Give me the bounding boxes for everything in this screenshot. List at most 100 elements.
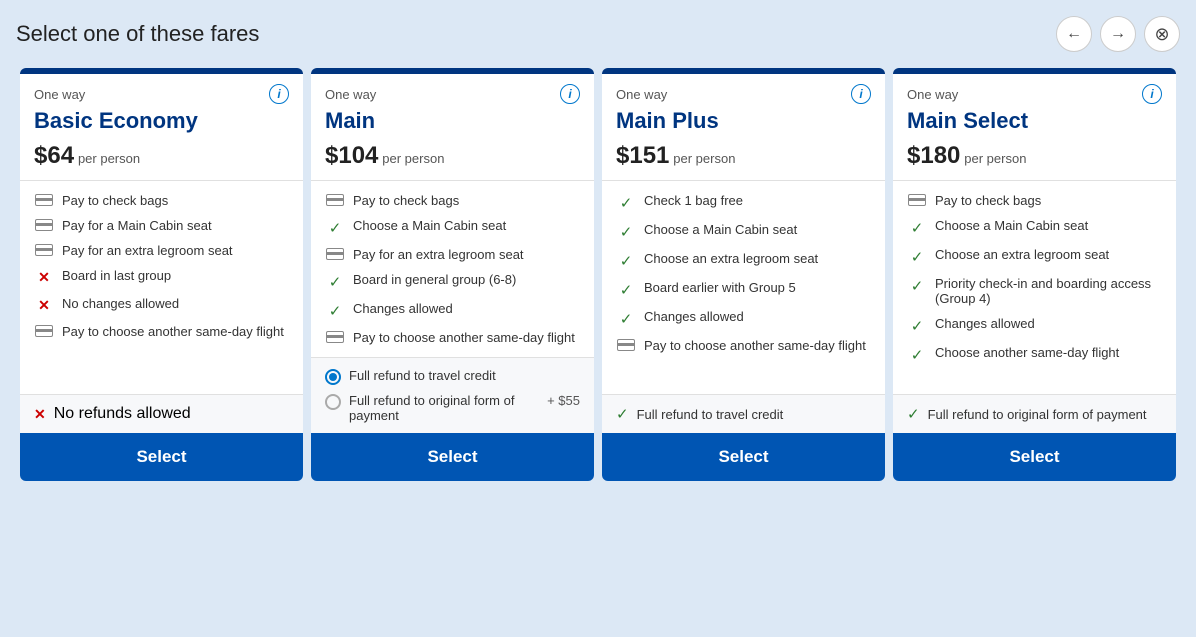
feature-row: ✓ Changes allowed — [616, 309, 871, 328]
feature-row: ✓ Check 1 bag free — [616, 193, 871, 212]
radio-selected-icon — [325, 369, 341, 385]
feature-text: Pay for an extra legroom seat — [62, 243, 233, 258]
check-icon: ✓ — [616, 281, 636, 299]
one-way-label: One way — [616, 87, 667, 102]
check-icon: ✓ — [616, 405, 629, 423]
feature-row: Pay to check bags — [907, 193, 1162, 208]
fare-name: Main Plus — [616, 108, 871, 134]
fare-card-main: One way i Main $104 per person Pay to ch… — [311, 68, 594, 481]
one-way-label: One way — [325, 87, 376, 102]
feature-text: Pay for an extra legroom seat — [353, 247, 524, 262]
fare-header: One way i Main Select $180 per person — [893, 74, 1176, 181]
fare-name: Main — [325, 108, 580, 134]
feature-text: Pay to choose another same-day flight — [62, 324, 284, 339]
feature-row: ✓ Changes allowed — [907, 316, 1162, 335]
refund-label: Full refund to original form of payment — [928, 407, 1147, 422]
one-way-label: One way — [34, 87, 85, 102]
info-icon[interactable]: i — [1142, 84, 1162, 104]
refund-option-2-label: Full refund to original form of payment — [349, 393, 539, 423]
check-icon: ✓ — [325, 219, 345, 237]
one-way-row: One way i — [325, 84, 580, 104]
select-button[interactable]: Select — [20, 433, 303, 481]
credit-card-icon — [34, 219, 54, 231]
close-button[interactable]: ⊗ — [1144, 16, 1180, 52]
check-icon: ✓ — [907, 405, 920, 423]
feature-row: ✓ Choose a Main Cabin seat — [907, 218, 1162, 237]
feature-text: Choose an extra legroom seat — [644, 251, 818, 266]
credit-card-icon — [907, 194, 927, 206]
feature-text: Pay to check bags — [935, 193, 1041, 208]
fare-features: Pay to check bags ✓ Choose a Main Cabin … — [311, 181, 594, 357]
feature-row: Pay to choose another same-day flight — [325, 330, 580, 345]
check-icon: ✓ — [616, 223, 636, 241]
fare-price-row: $151 per person — [616, 142, 871, 170]
feature-row: ✓ Priority check-in and boarding access … — [907, 276, 1162, 306]
check-icon: ✓ — [616, 252, 636, 270]
refund-check-section: ✓ Full refund to travel credit — [602, 394, 885, 433]
fare-card-main-select: One way i Main Select $180 per person Pa… — [893, 68, 1176, 481]
fare-header: One way i Main $104 per person — [311, 74, 594, 181]
per-person: per person — [673, 151, 735, 166]
select-button[interactable]: Select — [602, 433, 885, 481]
one-way-label: One way — [907, 87, 958, 102]
feature-text: Board in last group — [62, 268, 171, 283]
info-icon[interactable]: i — [269, 84, 289, 104]
next-nav-button[interactable]: → — [1100, 16, 1136, 52]
one-way-row: One way i — [616, 84, 871, 104]
feature-row: ✓ Choose an extra legroom seat — [616, 251, 871, 270]
feature-row: ✕ Board in last group — [34, 268, 289, 286]
fare-features: ✓ Check 1 bag free ✓ Choose a Main Cabin… — [602, 181, 885, 394]
check-icon: ✓ — [907, 219, 927, 237]
feature-text: Choose another same-day flight — [935, 345, 1119, 360]
check-icon: ✓ — [907, 346, 927, 364]
info-icon[interactable]: i — [851, 84, 871, 104]
prev-nav-button[interactable]: ← — [1056, 16, 1092, 52]
feature-row: ✓ Board in general group (6-8) — [325, 272, 580, 291]
select-button[interactable]: Select — [893, 433, 1176, 481]
info-icon[interactable]: i — [560, 84, 580, 104]
feature-text: Changes allowed — [353, 301, 453, 316]
fare-features: Pay to check bags Pay for a Main Cabin s… — [20, 181, 303, 394]
credit-card-icon — [34, 194, 54, 206]
feature-text: Pay to check bags — [353, 193, 459, 208]
credit-card-icon — [325, 248, 345, 260]
header-controls: ← → ⊗ — [1056, 16, 1180, 52]
fare-features: Pay to check bags ✓ Choose a Main Cabin … — [893, 181, 1176, 394]
feature-text: Priority check-in and boarding access (G… — [935, 276, 1162, 306]
per-person: per person — [382, 151, 444, 166]
fare-header: One way i Basic Economy $64 per person — [20, 74, 303, 181]
refund-option-1[interactable]: Full refund to travel credit — [325, 368, 580, 385]
check-icon: ✓ — [325, 302, 345, 320]
credit-card-icon — [325, 331, 345, 343]
page-container: Select one of these fares ← → ⊗ One way … — [0, 0, 1196, 637]
select-button[interactable]: Select — [311, 433, 594, 481]
credit-card-icon — [616, 339, 636, 351]
feature-text: Choose a Main Cabin seat — [935, 218, 1088, 233]
per-person: per person — [964, 151, 1026, 166]
feature-row: Pay to choose another same-day flight — [34, 324, 289, 339]
feature-row: ✓ Choose an extra legroom seat — [907, 247, 1162, 266]
feature-row: Pay for an extra legroom seat — [325, 247, 580, 262]
feature-text: Pay to choose another same-day flight — [353, 330, 575, 345]
fare-name: Basic Economy — [34, 108, 289, 134]
fare-price: $180 — [907, 142, 960, 169]
refund-option-2[interactable]: Full refund to original form of payment … — [325, 393, 580, 423]
feature-row: ✓ Choose a Main Cabin seat — [616, 222, 871, 241]
feature-text: Choose a Main Cabin seat — [353, 218, 506, 233]
feature-text: Board in general group (6-8) — [353, 272, 516, 287]
one-way-row: One way i — [907, 84, 1162, 104]
feature-row: ✓ Changes allowed — [325, 301, 580, 320]
radio-empty-icon — [325, 394, 341, 410]
refund-extra-cost: + $55 — [547, 393, 580, 408]
feature-row: Pay to choose another same-day flight — [616, 338, 871, 353]
header-row: Select one of these fares ← → ⊗ — [16, 16, 1180, 52]
feature-row: ✓ Choose a Main Cabin seat — [325, 218, 580, 237]
feature-text: Pay to choose another same-day flight — [644, 338, 866, 353]
fare-price-row: $104 per person — [325, 142, 580, 170]
refund-check-section: ✓ Full refund to original form of paymen… — [893, 394, 1176, 433]
check-icon: ✓ — [907, 277, 927, 295]
feature-text: Changes allowed — [935, 316, 1035, 331]
fares-grid: One way i Basic Economy $64 per person P… — [16, 68, 1180, 481]
fare-price: $64 — [34, 142, 74, 169]
fare-price-row: $64 per person — [34, 142, 289, 170]
